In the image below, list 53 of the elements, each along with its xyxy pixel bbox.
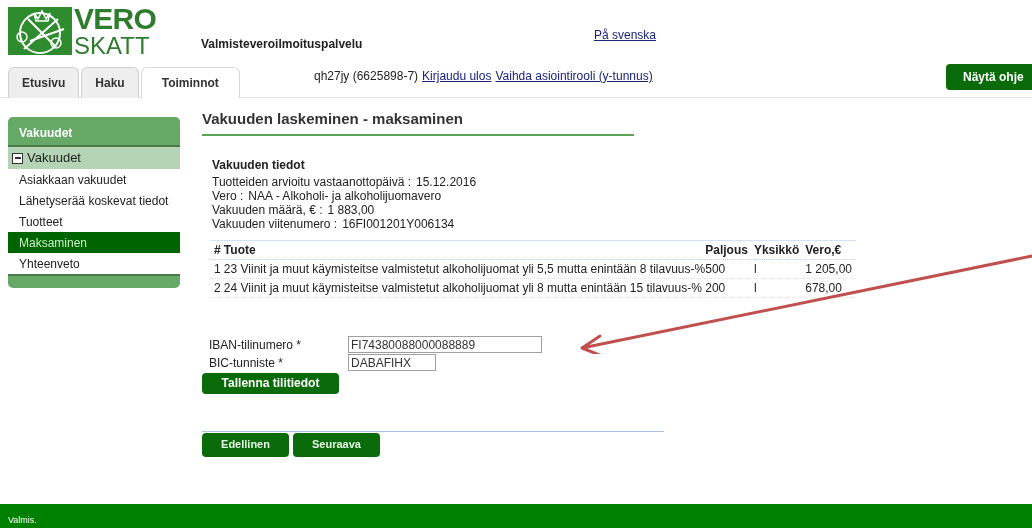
group-label: Vakuudet [27, 149, 81, 168]
save-button[interactable]: Tallenna tilitiedot [202, 372, 339, 394]
nav-button[interactable]: Seuraava [293, 432, 380, 457]
sidebar-item[interactable]: Tuotteet [8, 211, 180, 232]
section-heading: Vakuuden tiedot [212, 156, 306, 174]
field-value: NAA - Alkoholi- ja alkoholijuomavero [248, 188, 442, 203]
status-text: Valmis. [8, 513, 37, 527]
table-cell: 23 Viinit ja muut käymisteitse valmistetut alkoholijuomat yli 5,5 mutta enintään 8 tilavuus-% [223, 259, 706, 278]
table-cell: l [753, 278, 806, 297]
table-cell: 1 [210, 259, 224, 278]
sidebar-item[interactable]: Asiakkaan vakuudet [8, 169, 180, 190]
logo-text: SKATT [74, 34, 151, 58]
logo-text: VERO [74, 4, 157, 34]
table-cell: 1 205,00 [805, 259, 856, 278]
account-link[interactable]: Kirjaudu ulos [422, 67, 492, 85]
user-id: qh27jy (6625898-7) [314, 68, 419, 85]
field-label: BIC-tunniste * [209, 354, 285, 372]
sidebar-item[interactable]: Maksaminen [8, 232, 180, 253]
service-title: Valmisteveroilmoituspalvelu [201, 36, 363, 53]
table-cell: 500 [705, 259, 754, 278]
column-header: Vero,€ [805, 240, 856, 259]
field-label: Vero : [212, 188, 244, 203]
input-field[interactable]: DABAFIHX [348, 354, 436, 371]
column-header: Tuote [223, 240, 706, 259]
input-field[interactable]: FI74380088000088889 [348, 336, 542, 353]
field-label: IBAN-tilinumero * [209, 336, 303, 354]
table-cell: l [753, 259, 806, 278]
tab[interactable]: Etusivu [8, 67, 80, 98]
account-link[interactable]: Vaihda asiointirooli (y-tunnus) [495, 67, 653, 85]
nav-button[interactable]: Edellinen [202, 432, 289, 457]
table-cell: 678,00 [805, 278, 856, 297]
emblem-icon [8, 7, 72, 55]
field-label: Vakuuden viitenumero : [212, 216, 338, 231]
sidebar-group[interactable]: Vakuudet [8, 147, 180, 169]
page-title: Vakuuden laskeminen - maksaminen [202, 108, 634, 136]
table-cell: 24 Viinit ja muut käymisteitse valmistetut alkoholijuomat yli 8 mutta enintään 15 tilavuus-% [223, 278, 706, 297]
field-value: 16FI001201Y006134 [342, 216, 455, 231]
column-header: # [210, 240, 224, 259]
sidebar-item[interactable]: Lähetyserää koskevat tiedot [8, 190, 180, 211]
field-value: 15.12.2016 [416, 174, 477, 189]
help-button[interactable]: Näytä ohje [946, 64, 1032, 90]
field-label: Tuotteiden arvioitu vastaanottopäivä : [212, 174, 411, 189]
sidebar-item[interactable]: Yhteenveto [8, 253, 180, 274]
field-label: Vakuuden määrä, € : [212, 202, 323, 217]
language-link[interactable]: På svenska [594, 26, 657, 44]
column-header: Yksikkö [753, 240, 806, 259]
field-value: 1 883,00 [327, 202, 375, 217]
column-header: Paljous [705, 240, 754, 259]
table-cell: 200 [705, 278, 754, 297]
table-cell: 2 [210, 278, 224, 297]
tab[interactable]: Haku [81, 67, 139, 98]
tab[interactable]: Toiminnot [140, 67, 240, 98]
expander-icon[interactable] [12, 152, 23, 164]
